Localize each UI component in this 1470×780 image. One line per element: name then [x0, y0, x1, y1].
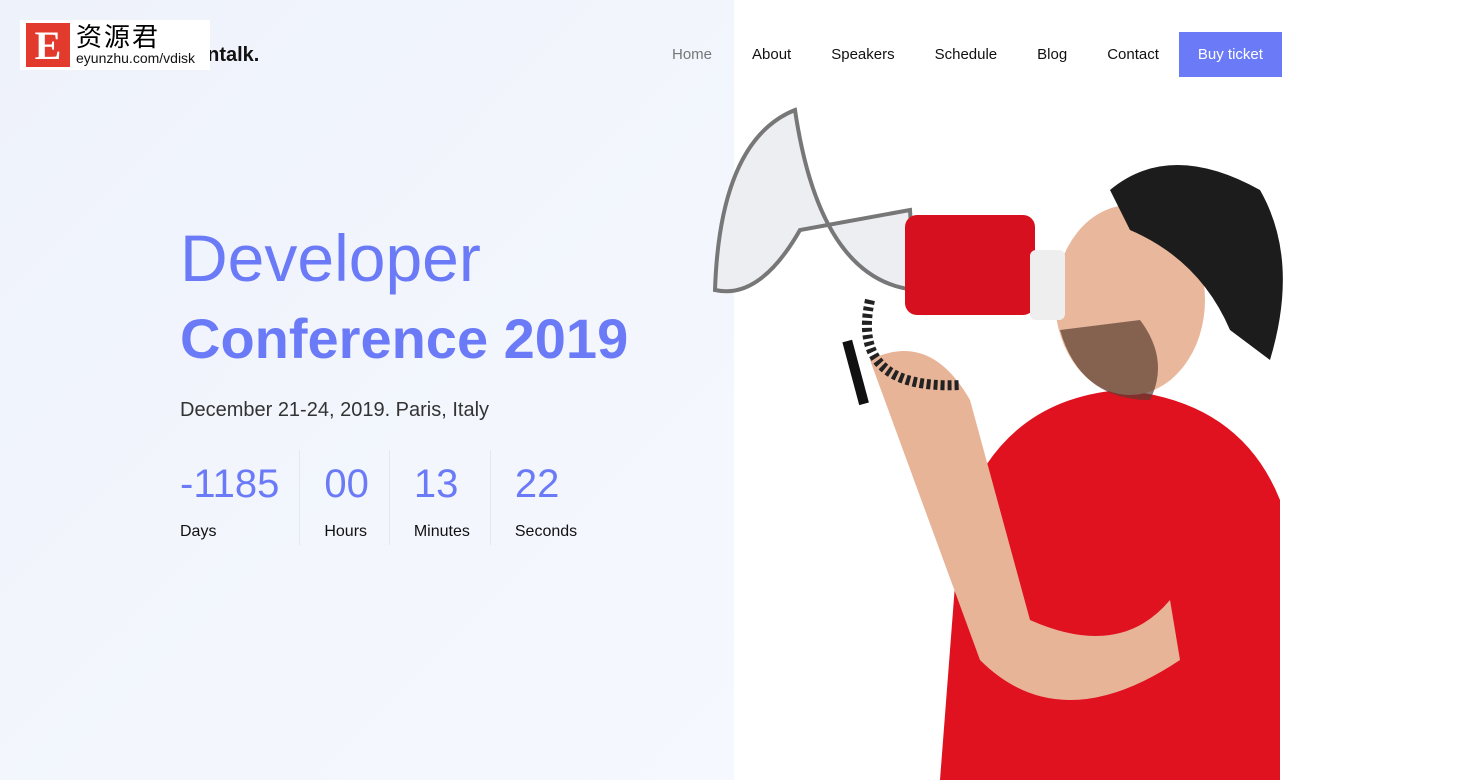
hero-title: Developer	[180, 221, 481, 295]
countdown: -1185 Days 00 Hours 13 Minutes 22 Seconds	[180, 450, 621, 545]
countdown-hours: 00 Hours	[324, 450, 390, 545]
minutes-label: Minutes	[413, 523, 470, 540]
days-label: Days	[180, 523, 217, 540]
man-with-megaphone-image	[712, 107, 1283, 780]
hero-background	[0, 0, 734, 780]
watermark-logo: E	[26, 23, 70, 68]
days-value: -1185	[180, 462, 280, 506]
watermark-url: eyunzhu.com/vdisk	[76, 50, 196, 66]
countdown-minutes: 13 Minutes	[414, 450, 491, 545]
watermark-cn: 资源君	[76, 23, 161, 53]
minutes-value: 13	[413, 462, 459, 506]
hours-label: Hours	[324, 523, 368, 540]
nav-contact[interactable]: Contact	[1087, 46, 1179, 63]
main-nav: Home About Speakers Schedule Blog Contac…	[652, 32, 1282, 77]
nav-home[interactable]: Home	[652, 46, 732, 63]
countdown-seconds: 22 Seconds	[515, 450, 597, 545]
watermark: E 资源君 eyunzhu.com/vdisk	[20, 20, 210, 70]
hero-subtitle: Conference 2019	[180, 307, 629, 370]
nav-schedule[interactable]: Schedule	[915, 46, 1018, 63]
nav-speakers[interactable]: Speakers	[811, 46, 914, 63]
buy-ticket-button[interactable]: Buy ticket	[1178, 32, 1282, 77]
hours-value: 00	[324, 462, 369, 506]
nav-about[interactable]: About	[732, 46, 811, 63]
seconds-label: Seconds	[514, 523, 578, 540]
nav-blog[interactable]: Blog	[1017, 46, 1087, 63]
event-date: December 21-24, 2019. Paris, Italy	[180, 399, 490, 421]
seconds-value: 22	[514, 462, 560, 506]
countdown-days: -1185 Days	[180, 450, 301, 545]
